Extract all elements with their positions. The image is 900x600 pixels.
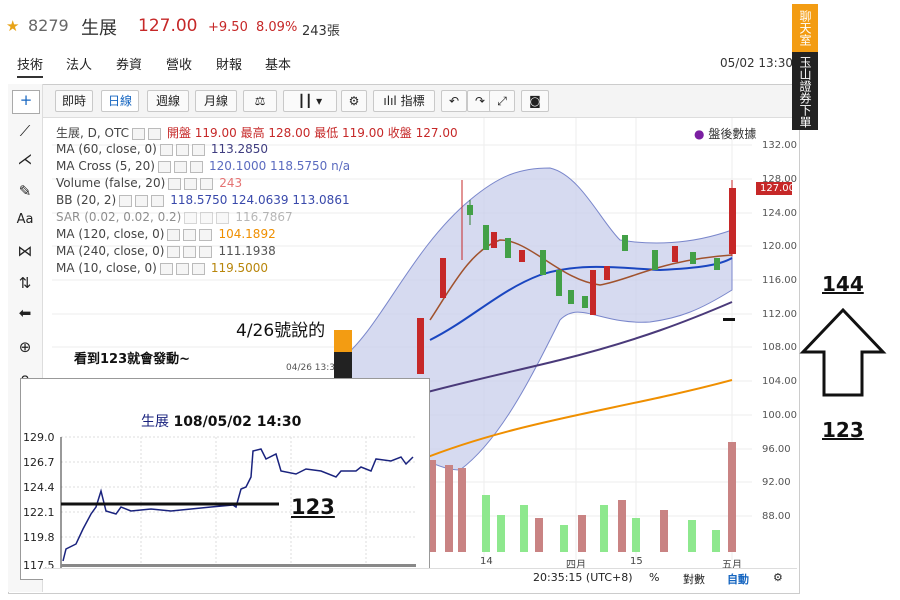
broker-order-label[interactable]: 玉山證券下單 [792,54,818,130]
legend-name: MA (60, close, 0) [56,142,157,156]
legend-row[interactable]: Volume (false, 20) 243 [56,176,242,190]
price-axis-label: 124.00 [762,208,797,219]
legend-values: 開盤 119.00 最高 128.00 最低 119.00 收盤 127.00 [166,126,458,140]
after-hours-label[interactable]: ● 盤後數據 [694,125,756,142]
x-axis-label: 14 [480,556,493,567]
gear-icon[interactable]: ⚙ [773,571,783,584]
after-hours-text: 盤後數據 [708,127,757,141]
price-axis-label: 116.00 [762,275,797,286]
intraday-inset: 生展 108/05/02 14:30 129.0 126.7 124.4 122… [20,378,430,580]
legend-values: 118.5750 124.0639 113.0861 [170,193,350,207]
price-axis-label: 88.00 [762,511,791,522]
price-axis-label: 120.00 [762,241,797,252]
inset-level-label: 123 [291,495,335,519]
legend-name: MA (120, close, 0) [56,227,165,241]
percent-toggle[interactable]: % [649,571,659,584]
up-arrow-icon [799,307,887,397]
side-banner[interactable]: 聊天室 玉山證券下單 [792,4,818,130]
legend-row[interactable]: MA (120, close, 0) 104.1892 [56,227,276,241]
note-date: 4/26號說的 [236,321,326,341]
x-axis-label: 15 [630,556,643,567]
legend-name: 生展, D, OTC [56,126,129,140]
note-comment: 看到123就會發動~ [74,352,191,367]
note-timestamp: 04/26 13:30 [286,363,341,373]
legend-values: 116.7867 [235,210,293,224]
legend-values: 120.1000 118.5750 n/a [208,159,351,173]
log-toggle[interactable]: 對數 [683,571,705,587]
auto-toggle[interactable]: 自動 [727,571,749,587]
legend-row[interactable]: SAR (0.02, 0.02, 0.2) 116.7867 [56,210,293,224]
indicator-legend: 生展, D, OTC 開盤 119.00 最高 128.00 最低 119.00 … [56,124,706,275]
clock-text: 20:35:15 (UTC+8) [533,571,633,584]
price-axis-label: 112.00 [762,309,797,320]
legend-name: MA Cross (5, 20) [56,159,155,173]
price-axis-label: 100.00 [762,410,797,421]
target-144-label: 144 [822,272,864,296]
legend-name: Volume (false, 20) [56,176,166,190]
legend-row[interactable]: MA (10, close, 0) 119.5000 [56,261,268,275]
legend-row[interactable]: BB (20, 2) 118.5750 124.0639 113.0861 [56,193,350,207]
legend-values: 111.1938 [218,244,276,258]
legend-row[interactable]: MA (240, close, 0) 111.1938 [56,244,276,258]
legend-row[interactable]: 生展, D, OTC 開盤 119.00 最高 128.00 最低 119.00 … [56,124,458,141]
mini-banner [334,330,352,378]
legend-name: BB (20, 2) [56,193,117,207]
legend-row[interactable]: MA (60, close, 0) 113.2850 [56,142,268,156]
price-axis-label: 96.00 [762,444,791,455]
inset-line-chart [60,436,416,569]
chatroom-label[interactable]: 聊天室 [792,4,818,52]
support-123-label: 123 [822,418,864,442]
legend-name: MA (240, close, 0) [56,244,165,258]
legend-values: 119.5000 [210,261,269,275]
legend-values: 243 [219,176,243,190]
legend-values: 113.2850 [210,142,269,156]
price-axis-label: 108.00 [762,342,797,353]
price-axis-label: 104.00 [762,376,797,387]
chart-status-bar: 20:35:15 (UTC+8) % 對數 自動 ⚙ [43,568,797,589]
price-axis-label: 92.00 [762,477,791,488]
legend-name: SAR (0.02, 0.02, 0.2) [56,210,182,224]
last-price-tag: 127.00 [760,183,795,194]
legend-row[interactable]: MA Cross (5, 20) 120.1000 118.5750 n/a [56,159,350,173]
legend-values: 104.1892 [218,227,276,241]
price-axis-label: 132.00 [762,140,797,151]
legend-name: MA (10, close, 0) [56,261,157,275]
